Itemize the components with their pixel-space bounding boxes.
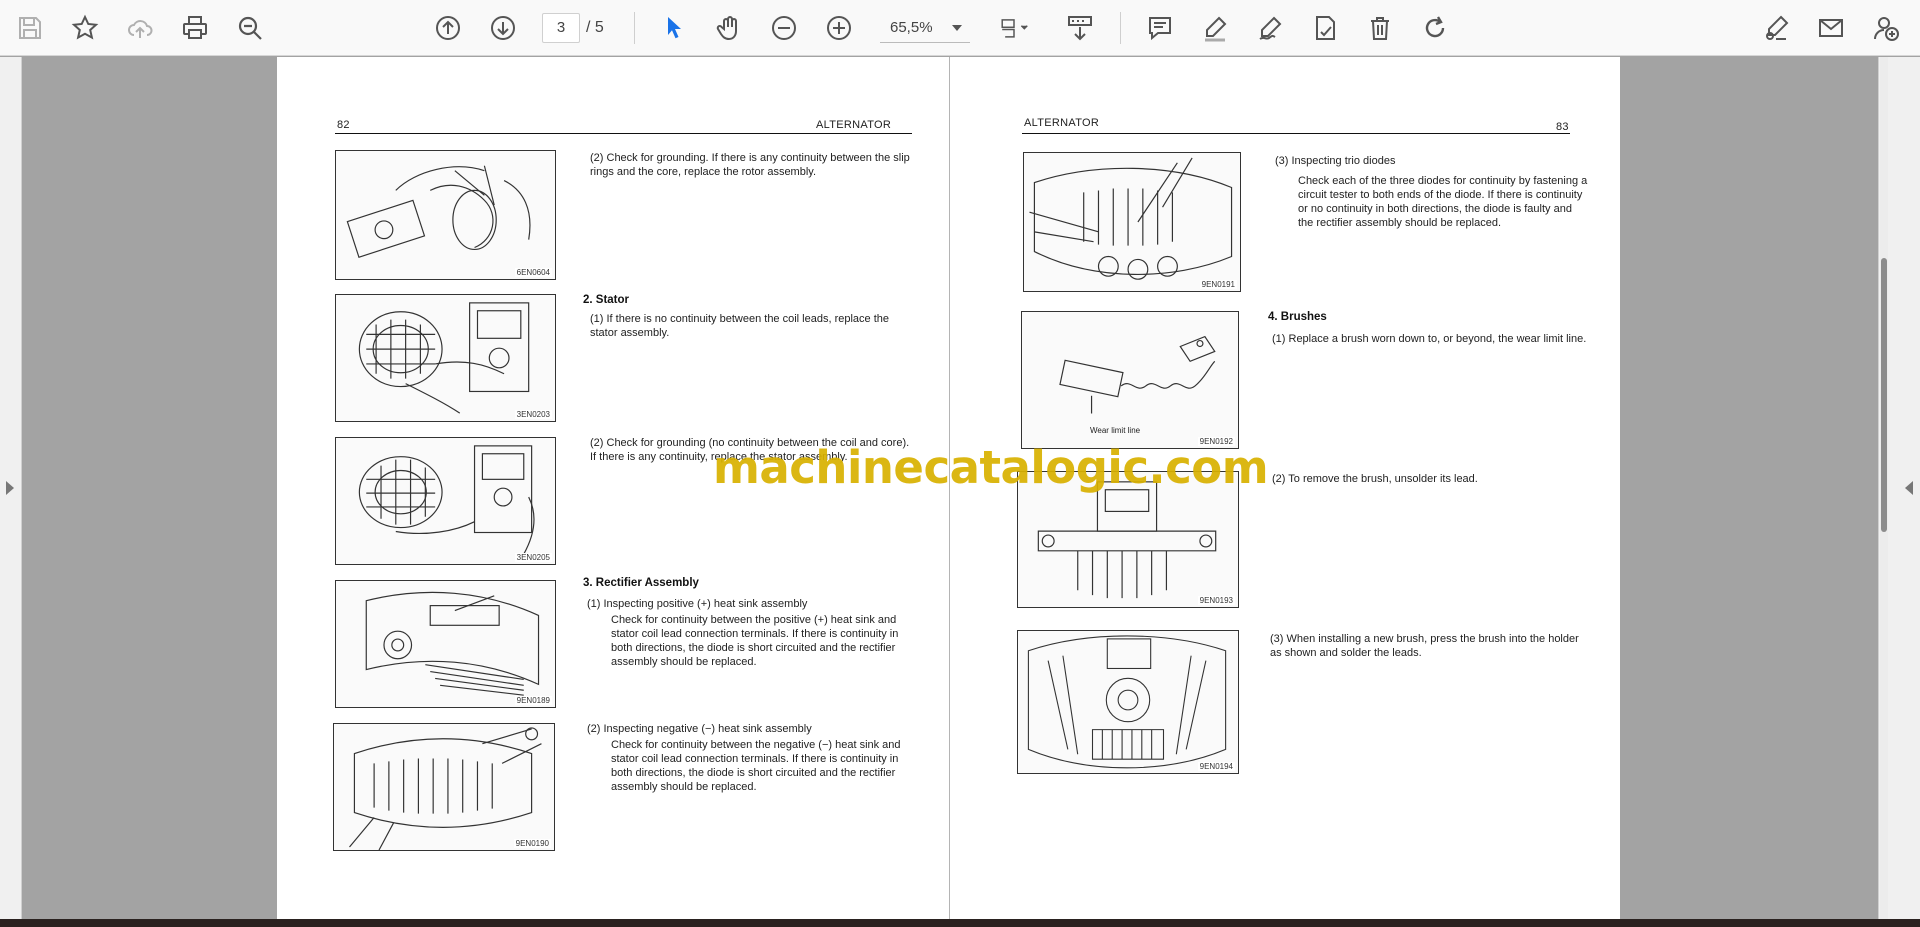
- zoom-value: 65,5%: [890, 19, 933, 36]
- page-number-input[interactable]: 3: [542, 13, 580, 43]
- highlight-pen-icon[interactable]: [1196, 9, 1234, 47]
- brush-replace-text: (1) Replace a brush worn down to, or bey…: [1272, 333, 1587, 345]
- toolbar-divider: [1120, 12, 1121, 44]
- scrollbar-thumb[interactable]: [1881, 258, 1887, 532]
- zoom-select[interactable]: 65,5%: [880, 13, 970, 43]
- figure-positive-heat-sink: 9EN0189: [335, 580, 556, 708]
- negative-sink-heading: (2) Inspecting negative (−) heat sink as…: [587, 723, 812, 735]
- figure-code: 9EN0191: [1199, 280, 1237, 289]
- figure-stator-ground-test: 3EN0205: [335, 437, 556, 565]
- watermark: machinecatalogic.com: [713, 441, 1269, 494]
- scroll-mode-icon[interactable]: [1061, 9, 1099, 47]
- chevron-down-icon: [952, 25, 962, 31]
- figure-rotor-test: 6EN0604: [335, 150, 556, 280]
- figure-code: 6EN0604: [514, 268, 552, 277]
- bookmark-star-icon[interactable]: [66, 9, 104, 47]
- rotor-grounding-text: (2) Check for grounding. If there is any…: [590, 152, 910, 178]
- zoom-out-icon[interactable]: [765, 9, 803, 47]
- page-total: / 5: [586, 19, 604, 36]
- expand-right-panel-icon[interactable]: [1905, 481, 1913, 495]
- save-icon[interactable]: [11, 9, 49, 47]
- stator-continuity-text: (1) If there is no continuity between th…: [590, 313, 890, 339]
- redo-icon[interactable]: [1416, 9, 1454, 47]
- figure-trio-diodes: 9EN0191: [1023, 152, 1241, 292]
- section-title-brushes: 4. Brushes: [1268, 311, 1327, 323]
- figure-code: 3EN0205: [514, 553, 552, 562]
- toolbar: 3 / 5 65,5%: [0, 0, 1920, 56]
- page-number: 82: [337, 119, 350, 131]
- draw-pen-icon[interactable]: [1251, 9, 1289, 47]
- zoom-in-icon[interactable]: [820, 9, 858, 47]
- hand-tool-icon[interactable]: [710, 9, 748, 47]
- figure-stator-coil-test: 3EN0203: [335, 294, 556, 422]
- figure-code: 3EN0203: [514, 410, 552, 419]
- print-icon[interactable]: [176, 9, 214, 47]
- page-header: ALTERNATOR: [816, 119, 892, 131]
- sign-document-icon[interactable]: [1757, 9, 1795, 47]
- positive-sink-heading: (1) Inspecting positive (+) heat sink as…: [587, 598, 808, 610]
- trio-diodes-text: Check each of the three diodes for conti…: [1298, 175, 1588, 229]
- figure-code: 9EN0189: [514, 696, 552, 705]
- brush-remove-text: (2) To remove the brush, unsolder its le…: [1272, 473, 1478, 485]
- figure-code: 9EN0190: [513, 839, 551, 848]
- bottom-bar: [0, 919, 1920, 927]
- comment-icon[interactable]: [1141, 9, 1179, 47]
- brush-install-text: (3) When installing a new brush, press t…: [1270, 633, 1579, 659]
- cloud-upload-icon[interactable]: [121, 9, 159, 47]
- zoom-search-icon[interactable]: [231, 9, 269, 47]
- select-cursor-icon[interactable]: [655, 9, 693, 47]
- expand-left-panel-icon[interactable]: [6, 481, 14, 495]
- previous-page-icon[interactable]: [429, 9, 467, 47]
- wear-limit-label: Wear limit line: [1090, 426, 1141, 435]
- figure-code: 9EN0194: [1197, 762, 1235, 771]
- add-user-icon[interactable]: [1867, 9, 1905, 47]
- figure-negative-heat-sink: 9EN0190: [333, 723, 555, 851]
- next-page-icon[interactable]: [484, 9, 522, 47]
- negative-sink-text: Check for continuity between the negativ…: [611, 739, 901, 793]
- page-view-icon[interactable]: [990, 9, 1038, 47]
- header-rule: [335, 133, 912, 134]
- trio-diodes-heading: (3) Inspecting trio diodes: [1275, 155, 1396, 167]
- section-title-rectifier: 3. Rectifier Assembly: [583, 577, 699, 589]
- positive-sink-text: Check for continuity between the positiv…: [611, 614, 899, 668]
- delete-trash-icon[interactable]: [1361, 9, 1399, 47]
- section-title-stator: 2. Stator: [583, 294, 630, 306]
- header-rule: [1022, 133, 1570, 134]
- toolbar-divider: [634, 12, 635, 44]
- stamp-icon[interactable]: [1306, 9, 1344, 47]
- figure-code: 9EN0193: [1197, 596, 1235, 605]
- email-icon[interactable]: [1812, 9, 1850, 47]
- figure-brush-wear: Wear limit line 9EN0192: [1021, 311, 1239, 449]
- page-header: ALTERNATOR: [1024, 117, 1100, 129]
- figure-brush-install: 9EN0194: [1017, 630, 1239, 774]
- page-number: 83: [1556, 121, 1569, 133]
